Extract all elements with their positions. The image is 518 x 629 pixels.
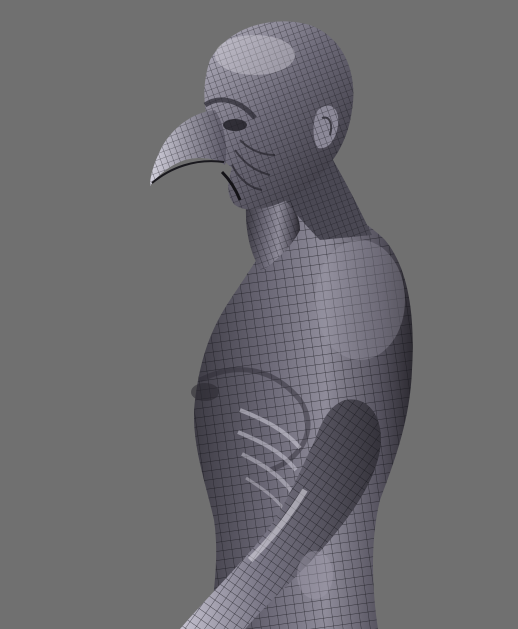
beak	[150, 110, 227, 186]
3d-viewport[interactable]	[0, 0, 518, 629]
sculpt-render	[150, 21, 413, 629]
